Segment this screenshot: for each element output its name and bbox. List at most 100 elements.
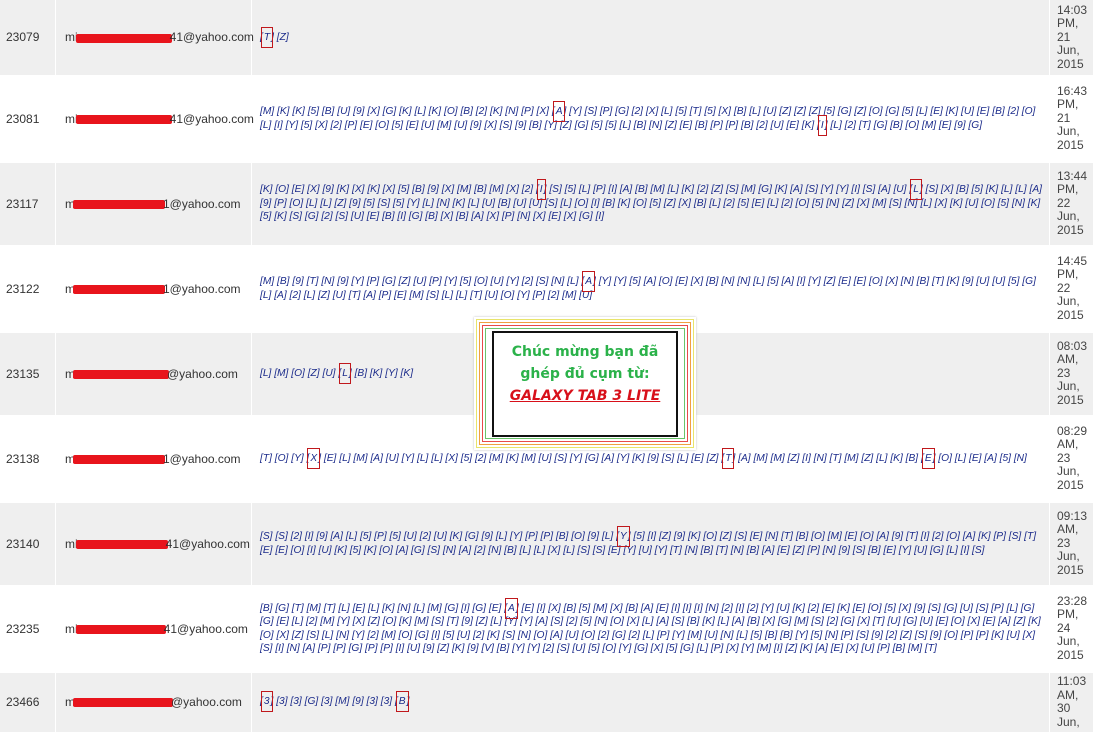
code-token: L: [458, 289, 465, 301]
code-token: S: [338, 211, 346, 223]
code-token: U: [575, 643, 583, 654]
code-token: I: [593, 197, 597, 209]
code-token: K: [952, 197, 960, 209]
code-token: S: [978, 602, 986, 614]
code-token: T: [718, 544, 726, 556]
code-token: B: [798, 531, 806, 542]
code-token: O: [814, 531, 822, 542]
code-token: L: [878, 452, 885, 464]
code-token: O: [605, 643, 614, 654]
code-token: L: [262, 119, 269, 131]
code-token: P: [843, 629, 851, 641]
code-token: S: [538, 276, 546, 287]
code-token: S: [262, 643, 270, 654]
code-token: E: [979, 106, 987, 117]
code-token: K: [684, 184, 692, 196]
code-token: A: [277, 289, 284, 301]
code-token: 5: [567, 184, 574, 196]
code-token: 9: [352, 197, 358, 209]
timestamp-line: Jun,: [1057, 464, 1080, 479]
code-token: O: [294, 367, 303, 379]
code-token: K: [804, 119, 812, 131]
code-token: 5: [262, 211, 269, 223]
matched-code: L: [910, 179, 922, 201]
code-token: B: [892, 119, 900, 131]
code-token: X: [629, 616, 637, 627]
code-token: T: [472, 289, 480, 301]
code-token: X: [551, 602, 558, 614]
code-token: N: [768, 531, 776, 542]
code-token: M: [412, 289, 421, 301]
code-token: N: [520, 211, 528, 223]
congrats-message-box: Chúc mừng bạn đã ghép đủ cụm từ: GALAXY …: [492, 331, 678, 437]
code-token: L: [444, 289, 451, 301]
code-token: E: [362, 119, 370, 131]
code-token: O: [574, 531, 582, 542]
code-token: M: [384, 629, 393, 641]
code-token: L: [470, 197, 477, 209]
code-token: A: [1001, 616, 1008, 627]
code-token: M: [797, 616, 806, 627]
email-cell: m 1@yahoo.com: [55, 161, 252, 246]
code-token: 9: [916, 602, 923, 614]
matched-code: E: [921, 447, 935, 469]
code-token: L: [957, 452, 964, 464]
code-token: K: [994, 629, 1002, 641]
code-token: S: [309, 629, 317, 641]
row-id: 23079: [0, 0, 56, 76]
code-token: Y: [616, 276, 624, 287]
timestamp: 08:03 AM, 23 Jun, 2015: [1050, 331, 1093, 416]
code-token: A: [784, 276, 792, 287]
code-token: L: [604, 531, 611, 542]
timestamp: 16:43 PM, 21 Jun, 2015: [1050, 76, 1093, 161]
code-token: L: [536, 544, 543, 556]
code-token: P: [381, 289, 389, 301]
redaction-bar: [73, 454, 165, 464]
code-token: L: [755, 276, 762, 287]
code-token: I: [963, 544, 967, 556]
code-token: Y: [354, 629, 362, 641]
code-token: X: [653, 643, 661, 654]
code-token: M: [356, 452, 365, 464]
code-token: T: [672, 544, 680, 556]
timestamp-line: 2015: [1057, 56, 1084, 71]
code-token: U: [335, 289, 343, 301]
timestamp-line: 11:03: [1057, 674, 1087, 688]
code-token: B: [697, 119, 705, 131]
timestamp-line: 23:28: [1057, 593, 1088, 608]
congrats-popup[interactable]: Chúc mừng bạn đã ghép đủ cụm từ: GALAXY …: [474, 317, 696, 450]
code-token: N: [816, 452, 824, 464]
timestamp-line: AM,: [1057, 352, 1079, 367]
code-token: U: [641, 544, 649, 556]
code-token: K: [366, 544, 374, 556]
timestamp-line: Jun,: [1057, 294, 1080, 309]
code-token: Z: [709, 452, 716, 464]
code-token: T: [326, 602, 333, 614]
code-token: O: [262, 629, 271, 641]
code-token: M: [309, 602, 318, 614]
code-token: O: [862, 531, 871, 542]
code-token: O: [278, 184, 287, 196]
code-token: 2: [308, 616, 315, 627]
code-token: N: [907, 197, 915, 209]
code-token: K: [492, 106, 500, 117]
code-token: E: [886, 544, 894, 556]
code-token: L: [419, 452, 426, 464]
code-token: 5: [974, 184, 981, 196]
code-token: Y: [657, 544, 665, 556]
code-token: P: [336, 643, 343, 654]
code-token: 3: [383, 696, 390, 708]
code-token: P: [994, 602, 1001, 614]
code-token: 5: [352, 544, 359, 556]
code-token: E: [551, 211, 559, 223]
code-token: I: [611, 184, 615, 196]
code-token: M: [595, 602, 605, 614]
code-token: K: [948, 106, 956, 117]
redaction-bar: [73, 199, 165, 209]
timestamp-line: 21: [1057, 29, 1071, 44]
code-token: M: [653, 184, 662, 196]
code-token: M: [323, 616, 332, 627]
code-token: U: [963, 106, 972, 117]
row-id: 23135: [0, 331, 56, 416]
code-token: T: [1026, 531, 1034, 542]
